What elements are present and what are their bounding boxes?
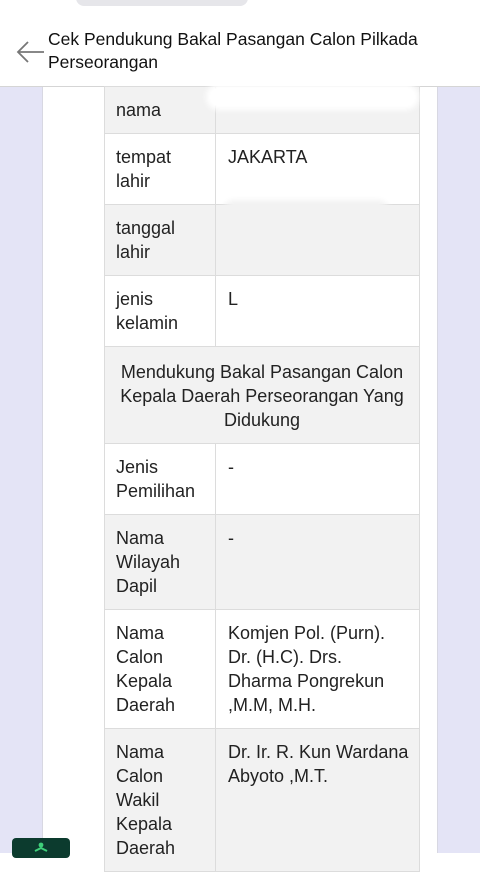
section-heading: Mendukung Bakal Pasangan Calon Kepala Da…: [104, 346, 420, 444]
table-row: Jenis Pemilihan -: [104, 443, 420, 515]
table-row: Mendukung Bakal Pasangan Calon Kepala Da…: [104, 346, 420, 444]
page-title: Cek Pendukung Bakal Pasangan Calon Pilka…: [48, 29, 418, 72]
table-row: Nama Wilayah Dapil -: [104, 514, 420, 610]
row-label-tanggal-lahir: tanggal lahir: [104, 204, 216, 276]
table-row: jenis kelamin L: [104, 275, 420, 347]
back-button[interactable]: [14, 38, 46, 66]
app-header: Cek Pendukung Bakal Pasangan Calon Pilka…: [0, 18, 480, 87]
status-strip: [0, 0, 480, 18]
row-value-calon-wakil-kepala-daerah: Dr. Ir. R. Kun Wardana Abyoto ,M.T.: [215, 728, 420, 872]
redaction-mask-tanggal-lahir: [226, 204, 386, 222]
floating-action-button[interactable]: [12, 838, 70, 858]
top-pill: [76, 0, 248, 6]
row-label-nama: nama: [104, 86, 216, 134]
table-row: Nama Calon Wakil Kepala Daerah Dr. Ir. R…: [104, 728, 420, 872]
row-value-tempat-lahir: JAKARTA: [215, 133, 420, 205]
row-value-jenis-kelamin: L: [215, 275, 420, 347]
row-value-nama-wilayah-dapil: -: [215, 514, 420, 610]
person-icon: [34, 842, 48, 852]
table-row: Nama Calon Kepala Daerah Komjen Pol. (Pu…: [104, 609, 420, 729]
row-label-calon-kepala-daerah: Nama Calon Kepala Daerah: [104, 609, 216, 729]
row-value-jenis-pemilihan: -: [215, 443, 420, 515]
row-label-calon-wakil-kepala-daerah: Nama Calon Wakil Kepala Daerah: [104, 728, 216, 872]
row-label-jenis-kelamin: jenis kelamin: [104, 275, 216, 347]
row-label-nama-wilayah-dapil: Nama Wilayah Dapil: [104, 514, 216, 610]
row-value-calon-kepala-daerah: Komjen Pol. (Purn). Dr. (H.C). Drs. Dhar…: [215, 609, 420, 729]
redaction-mask-nama: [210, 88, 415, 106]
row-label-jenis-pemilihan: Jenis Pemilihan: [104, 443, 216, 515]
arrow-left-icon: [16, 41, 44, 63]
row-label-tempat-lahir: tempat lahir: [104, 133, 216, 205]
table-row: tempat lahir JAKARTA: [104, 133, 420, 205]
